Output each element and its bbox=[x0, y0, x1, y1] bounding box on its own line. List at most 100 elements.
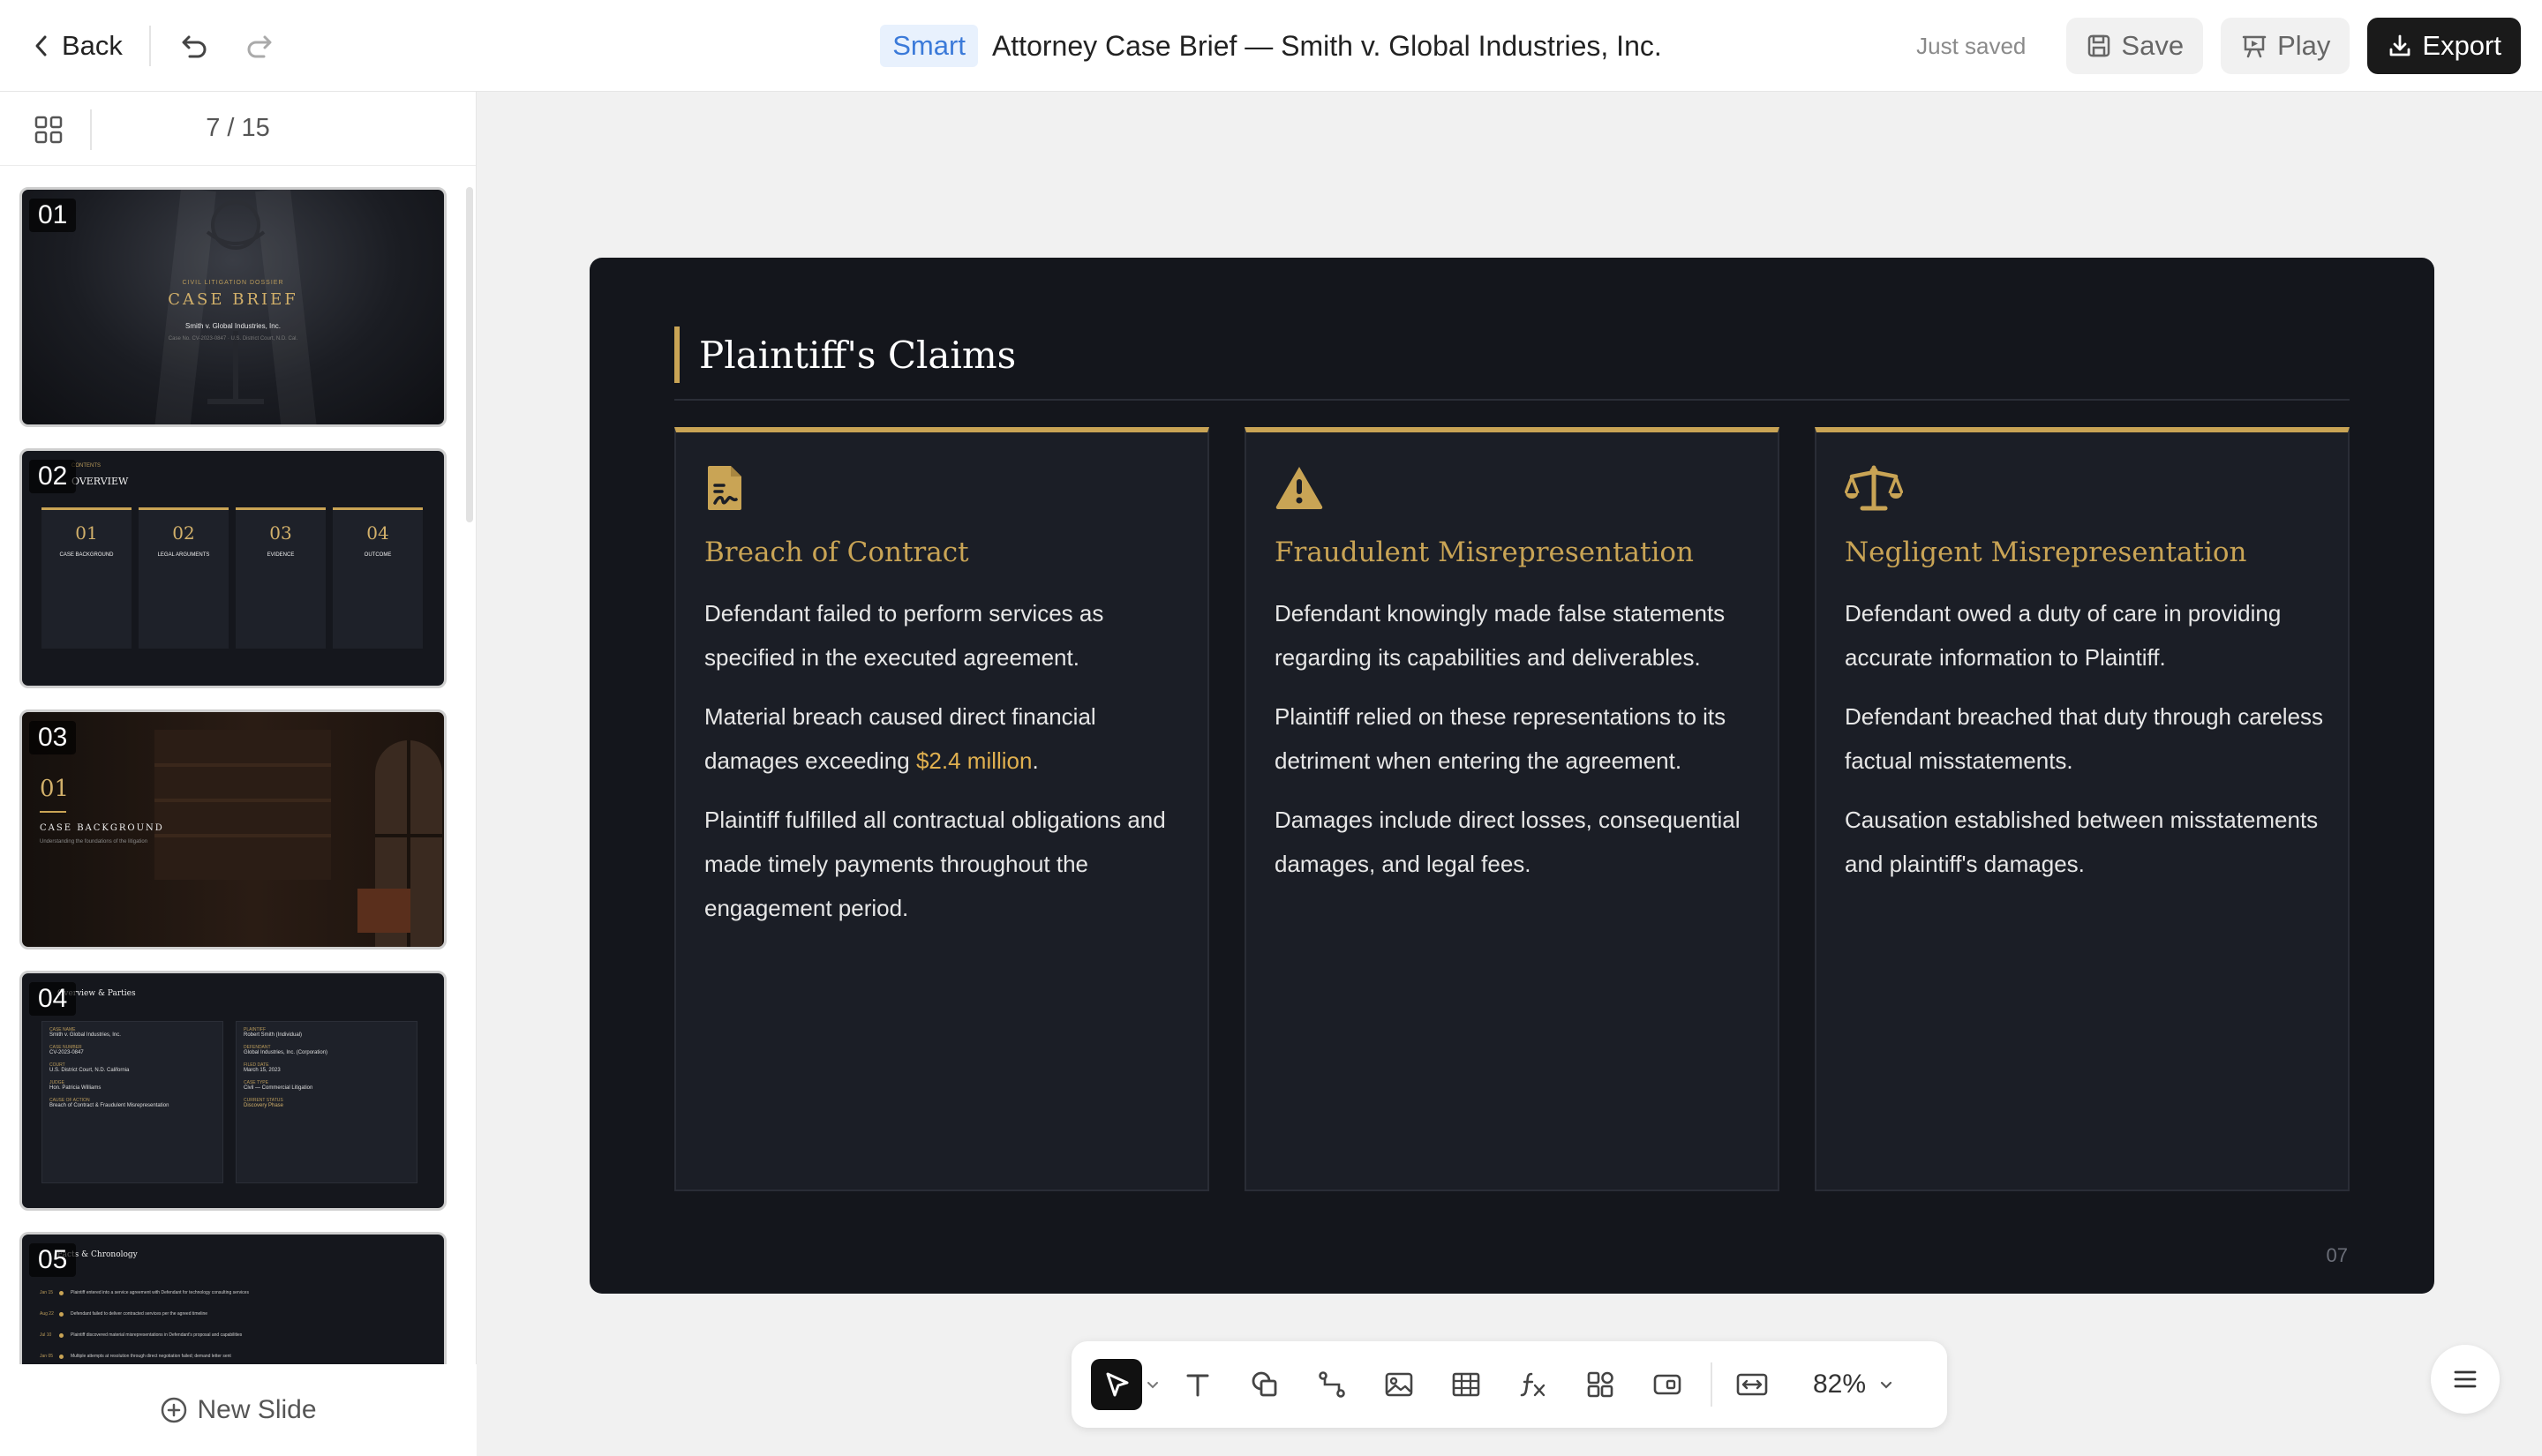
components-tool[interactable] bbox=[1575, 1359, 1626, 1410]
chevron-down-icon[interactable] bbox=[1146, 1377, 1160, 1392]
agenda-column: 04 OUTCOME bbox=[333, 507, 423, 649]
divider bbox=[90, 109, 92, 150]
field-value: U.S. District Court, N.D. California bbox=[49, 1068, 130, 1073]
slide-page-number: 07 bbox=[2326, 1244, 2348, 1266]
claim-heading: Fraudulent Misrepresentation bbox=[1275, 537, 1695, 568]
claim-body: Defendant failed to perform services as … bbox=[704, 591, 1185, 945]
agenda-number: 04 bbox=[366, 522, 389, 544]
present-icon bbox=[2242, 35, 2267, 58]
cover-subtitle: Smith v. Global Industries, Inc. bbox=[185, 322, 281, 330]
image-tool[interactable] bbox=[1373, 1359, 1425, 1410]
redo-icon[interactable] bbox=[244, 32, 276, 60]
save-button[interactable]: Save bbox=[2066, 18, 2204, 74]
media-tool[interactable] bbox=[1642, 1359, 1693, 1410]
field-value: March 15, 2023 bbox=[244, 1068, 281, 1073]
back-label: Back bbox=[62, 30, 123, 61]
claim-heading: Negligent Misrepresentation bbox=[1845, 537, 2247, 568]
pointer-icon bbox=[1106, 1372, 1129, 1397]
smart-badge[interactable]: Smart bbox=[880, 25, 978, 67]
download-icon bbox=[2389, 34, 2410, 56]
agenda-column: 03 EVIDENCE bbox=[236, 507, 326, 649]
thumbnail-number: 02 bbox=[29, 460, 77, 493]
grid-view-icon[interactable] bbox=[34, 115, 64, 149]
agenda-number: 03 bbox=[269, 522, 292, 544]
select-tool[interactable] bbox=[1091, 1359, 1142, 1410]
history-controls bbox=[177, 32, 312, 60]
claim-heading: Breach of Contract bbox=[704, 537, 969, 568]
export-button[interactable]: Export bbox=[2367, 18, 2521, 74]
claim-body: Defendant owed a duty of care in providi… bbox=[1845, 591, 2325, 901]
field-value: Robert Smith (Individual) bbox=[244, 1032, 303, 1038]
claim-paragraph: Defendant failed to perform services as … bbox=[704, 600, 1104, 671]
agenda-number: 01 bbox=[75, 522, 98, 544]
claim-card[interactable]: Breach of Contract Defendant failed to p… bbox=[674, 427, 1209, 1191]
play-label: Play bbox=[2277, 30, 2331, 61]
slide-sidebar: 7 / 15 01 CIVIL LITIGATION DOSSIER CASE … bbox=[0, 92, 477, 1456]
event-text: Plaintiff discovered material misreprese… bbox=[71, 1332, 243, 1338]
divider bbox=[148, 26, 151, 66]
zoom-select[interactable]: 82% bbox=[1813, 1370, 1894, 1400]
timeline-event: Aug 22 Defendant failed to deliver contr… bbox=[40, 1303, 426, 1325]
connector-icon bbox=[1319, 1371, 1345, 1398]
section-subtitle: Understanding the foundations of the lit… bbox=[40, 839, 148, 844]
export-label: Export bbox=[2422, 30, 2501, 61]
thumbnail-number: 04 bbox=[29, 982, 77, 1016]
slide-thumbnail[interactable]: 05 Facts & Chronology Jan 15 Plaintiff e… bbox=[19, 1232, 447, 1364]
thumb-heading: OVERVIEW bbox=[71, 476, 129, 487]
field-value: Smith v. Global Industries, Inc. bbox=[49, 1032, 121, 1038]
claim-paragraph: Defendant knowingly made false statement… bbox=[1275, 600, 1726, 671]
components-icon bbox=[1587, 1371, 1613, 1398]
thumbnail-number: 03 bbox=[29, 721, 77, 754]
timeline-event: Jan 05 Multiple attempts at resolution t… bbox=[40, 1346, 426, 1364]
new-slide-button[interactable]: New Slide bbox=[0, 1364, 477, 1456]
zoom-value: 82% bbox=[1813, 1370, 1867, 1399]
claim-paragraph: Plaintiff relied on these representation… bbox=[1275, 703, 1726, 774]
thumbnail-list: 01 CIVIL LITIGATION DOSSIER CASE BRIEF S… bbox=[19, 187, 448, 1385]
agenda-number: 02 bbox=[172, 522, 195, 544]
sidebar-scrollbar[interactable] bbox=[466, 187, 473, 522]
event-dot bbox=[59, 1290, 64, 1295]
slide-thumbnail[interactable]: 03 01 CASE BACKGROUND Understanding the … bbox=[19, 709, 447, 949]
field-value: CV-2023-0847 bbox=[49, 1050, 84, 1055]
slide-thumbnail[interactable]: 04 Overview & Parties CASE NAME Smith v.… bbox=[19, 971, 447, 1211]
formula-tool[interactable] bbox=[1508, 1359, 1559, 1410]
field-value: Civil — Commercial Litigation bbox=[244, 1085, 313, 1091]
text-tool[interactable] bbox=[1172, 1359, 1223, 1410]
field-value: Breach of Contract & Fraudulent Misrepre… bbox=[49, 1103, 169, 1108]
agenda-column: 01 CASE BACKGROUND bbox=[41, 507, 132, 649]
table-icon bbox=[1452, 1372, 1480, 1397]
connector-tool[interactable] bbox=[1306, 1359, 1357, 1410]
thumbnail-number: 01 bbox=[29, 199, 77, 232]
slide-title[interactable]: Plaintiff's Claims bbox=[674, 326, 1016, 383]
cover-meta: Case No. CV-2023-0847 · U.S. District Co… bbox=[168, 336, 298, 341]
new-slide-label: New Slide bbox=[197, 1395, 317, 1424]
fit-tool[interactable] bbox=[1726, 1359, 1778, 1410]
back-button[interactable]: Back bbox=[32, 30, 123, 62]
chevron-left-icon bbox=[35, 35, 47, 56]
slide-thumbnail[interactable]: 02 CONTENTS OVERVIEW 01 CASE BACKGROUND … bbox=[19, 448, 447, 688]
agenda-columns: 01 CASE BACKGROUND 02 LEGAL ARGUMENTS 03… bbox=[41, 507, 423, 649]
menu-button[interactable] bbox=[2431, 1345, 2500, 1414]
timeline: Jan 15 Plaintiff entered into a service … bbox=[40, 1282, 426, 1364]
shapes-icon bbox=[1252, 1371, 1277, 1397]
slide-canvas[interactable]: Plaintiff's Claims Breach of Contract De… bbox=[590, 258, 2434, 1294]
event-dot bbox=[59, 1311, 64, 1317]
table-tool[interactable] bbox=[1440, 1359, 1492, 1410]
shape-tool[interactable] bbox=[1239, 1359, 1290, 1410]
claim-card[interactable]: Fraudulent Misrepresentation Defendant k… bbox=[1245, 427, 1779, 1191]
claim-paragraph: Causation established between misstateme… bbox=[1845, 807, 2319, 877]
undo-icon[interactable] bbox=[177, 32, 209, 60]
cover-kicker: CIVIL LITIGATION DOSSIER bbox=[182, 280, 284, 286]
agenda-label: OUTCOME bbox=[364, 552, 392, 558]
save-label: Save bbox=[2121, 30, 2185, 61]
play-button[interactable]: Play bbox=[2221, 18, 2350, 74]
chevron-down-icon bbox=[1880, 1381, 1892, 1389]
document-title[interactable]: Attorney Case Brief — Smith v. Global In… bbox=[992, 30, 1662, 63]
claim-card[interactable]: Negligent Misrepresentation Defendant ow… bbox=[1815, 427, 2350, 1191]
slide-thumbnail[interactable]: 01 CIVIL LITIGATION DOSSIER CASE BRIEF S… bbox=[19, 187, 447, 427]
slide-pager: 7 / 15 bbox=[206, 114, 270, 142]
agenda-label: LEGAL ARGUMENTS bbox=[157, 552, 210, 558]
save-icon bbox=[2088, 34, 2110, 57]
claim-paragraph: Defendant breached that duty through car… bbox=[1845, 703, 2324, 774]
agenda-label: CASE BACKGROUND bbox=[59, 552, 114, 558]
